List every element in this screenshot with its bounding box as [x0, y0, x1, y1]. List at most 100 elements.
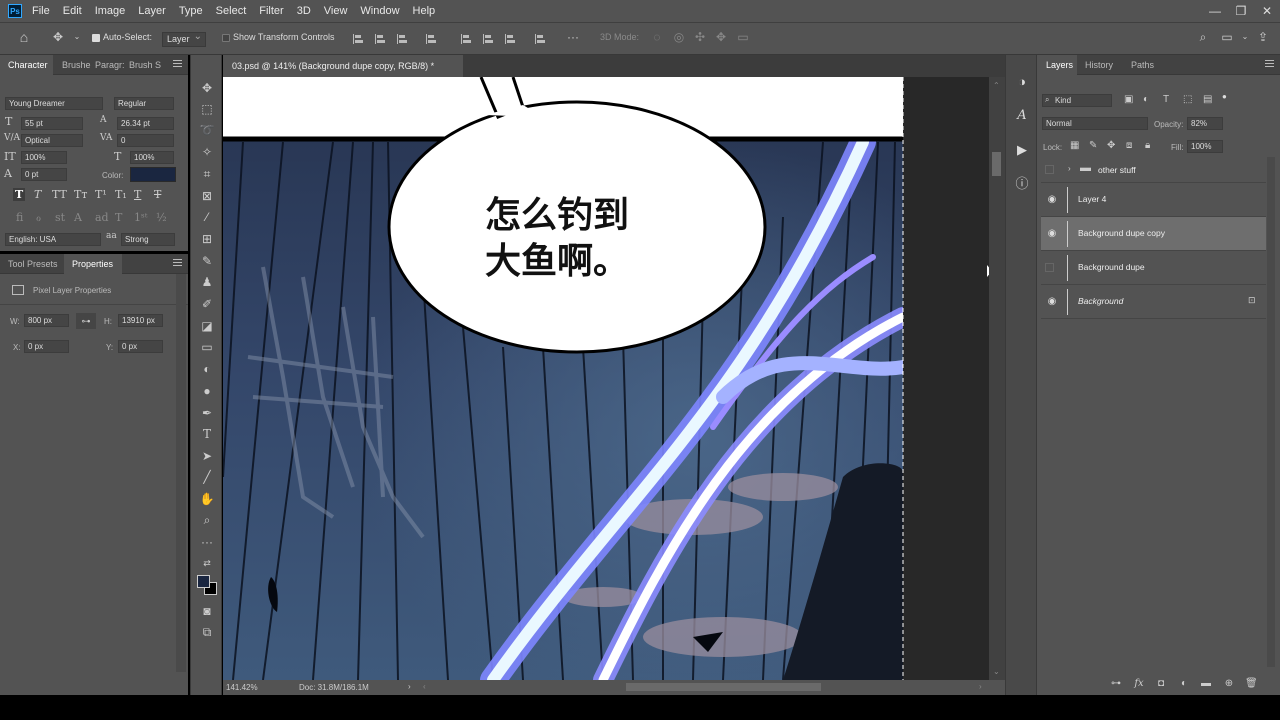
layer-name[interactable]: Background: [1078, 296, 1123, 306]
menu-type[interactable]: Type: [179, 5, 203, 17]
new-group-icon[interactable]: ▬: [1200, 678, 1212, 690]
ligatures-icon[interactable]: fi: [16, 211, 23, 224]
font-family-dropdown[interactable]: Young Dreamer: [5, 97, 103, 110]
pen-tool-icon[interactable]: ✒: [198, 404, 216, 422]
clone-stamp-icon[interactable]: ♟: [198, 273, 216, 291]
align-right-icon[interactable]: [397, 34, 407, 44]
tracking-dropdown[interactable]: 0: [117, 134, 174, 147]
eye-icon[interactable]: ◉: [1046, 228, 1058, 240]
fx-icon[interactable]: fx: [1133, 678, 1145, 690]
filter-type-icon[interactable]: T: [1163, 94, 1169, 105]
all-caps-icon[interactable]: TT: [52, 188, 67, 201]
layer-name[interactable]: other stuff: [1098, 165, 1136, 175]
y-field[interactable]: 0 px: [118, 340, 163, 353]
subscript-icon[interactable]: T₁: [115, 188, 127, 201]
move-tool-icon[interactable]: ✥: [51, 30, 65, 44]
auto-select-target-dropdown[interactable]: Layer: [162, 30, 206, 47]
menu-file[interactable]: File: [32, 5, 50, 17]
tab-tool-presets[interactable]: Tool Presets: [8, 259, 58, 269]
screen-mode-icon[interactable]: ⧉: [198, 623, 216, 641]
canvas-artwork[interactable]: [223, 77, 989, 680]
actions-play-icon[interactable]: ▶: [1014, 142, 1030, 158]
fractions-icon[interactable]: ½: [156, 211, 167, 224]
menu-select[interactable]: Select: [216, 5, 247, 17]
height-field[interactable]: 13910 px: [118, 314, 163, 327]
language-dropdown[interactable]: English: USA: [5, 233, 101, 246]
tab-properties[interactable]: Properties: [72, 259, 113, 269]
link-layers-icon[interactable]: ⊶: [1110, 678, 1122, 690]
align-top-icon[interactable]: [461, 34, 471, 44]
home-icon[interactable]: ⌂: [17, 30, 31, 44]
distribute-vertical-icon[interactable]: [535, 34, 545, 44]
menu-view[interactable]: View: [324, 5, 348, 17]
magic-wand-icon[interactable]: ✧: [198, 143, 216, 161]
underline-icon[interactable]: T: [134, 188, 141, 201]
lock-transparency-icon[interactable]: ▦: [1070, 140, 1079, 151]
menu-image[interactable]: Image: [95, 5, 126, 17]
color-panel-icon[interactable]: ◑: [1014, 74, 1030, 90]
ordinals-icon[interactable]: T: [115, 211, 122, 224]
workspace-chevron-icon[interactable]: ⌄: [1238, 30, 1252, 44]
document-tab[interactable]: 03.psd @ 141% (Background dupe copy, RGB…: [223, 55, 463, 77]
properties-menu-icon[interactable]: [173, 259, 182, 266]
font-style-dropdown[interactable]: Regular: [114, 97, 174, 110]
strikethrough-icon[interactable]: T: [154, 188, 161, 201]
align-center-icon[interactable]: [375, 34, 385, 44]
filter-smart-object-icon[interactable]: ▤: [1203, 94, 1212, 105]
foreground-color-swatch[interactable]: [197, 575, 210, 588]
align-bottom-icon[interactable]: [505, 34, 515, 44]
layers-menu-icon[interactable]: [1265, 60, 1274, 67]
width-field[interactable]: 800 px: [24, 314, 69, 327]
alternates-icon[interactable]: A: [74, 211, 82, 224]
panel-menu-icon[interactable]: [173, 60, 182, 67]
vertical-scale-field[interactable]: 100%: [21, 151, 67, 164]
tab-brushes[interactable]: Brushe: [62, 60, 91, 70]
x-field[interactable]: 0 px: [24, 340, 69, 353]
doc-info[interactable]: Doc: 31.8M/186.1M: [299, 683, 369, 692]
path-selection-icon[interactable]: ➤: [198, 447, 216, 465]
kerning-dropdown[interactable]: Optical: [21, 134, 83, 147]
opacity-field[interactable]: 82%: [1187, 117, 1223, 130]
lasso-tool-icon[interactable]: ➰: [198, 121, 216, 139]
crop-tool-icon[interactable]: ⌗: [198, 165, 216, 183]
marquee-tool-icon[interactable]: ⬚: [198, 100, 216, 118]
auto-select-checkbox[interactable]: Auto-Select:: [92, 32, 152, 42]
link-icon[interactable]: ⊶: [76, 313, 96, 329]
brush-tool-icon[interactable]: ✎: [198, 252, 216, 270]
filter-adjustment-icon[interactable]: ◐: [1143, 94, 1149, 105]
old-style-icon[interactable]: ℴ: [36, 211, 41, 224]
scroll-left-icon[interactable]: ‹: [423, 682, 426, 691]
chevron-right-icon[interactable]: ›: [1068, 164, 1071, 173]
antialias-dropdown[interactable]: Strong: [121, 233, 175, 246]
show-transform-checkbox[interactable]: Show Transform Controls: [222, 32, 335, 42]
dodge-tool-icon[interactable]: ●: [198, 382, 216, 400]
menu-window[interactable]: Window: [360, 5, 399, 17]
visibility-off-box[interactable]: [1045, 165, 1054, 174]
filter-pixel-icon[interactable]: ▣: [1124, 94, 1133, 105]
layer-row-layer-4[interactable]: ◉ Layer 4: [1041, 183, 1266, 217]
photoshop-logo[interactable]: Ps: [8, 4, 22, 18]
speech-bubble-text[interactable]: 怎么钓到 大鱼啊。: [485, 193, 629, 285]
eye-icon[interactable]: ◉: [1046, 296, 1058, 308]
eye-icon[interactable]: ◉: [1046, 194, 1058, 206]
gradient-tool-icon[interactable]: ▭: [198, 338, 216, 356]
delete-layer-icon[interactable]: 🗑︎: [1245, 678, 1258, 690]
tab-paths[interactable]: Paths: [1131, 60, 1154, 70]
horizontal-scale-field[interactable]: 100%: [130, 151, 174, 164]
add-mask-icon[interactable]: ◘: [1155, 678, 1167, 690]
status-menu-chevron-icon[interactable]: ›: [408, 682, 411, 691]
menu-layer[interactable]: Layer: [138, 5, 166, 17]
lock-all-icon[interactable]: 🔒︎: [1145, 140, 1150, 151]
type-tool-icon[interactable]: T: [198, 425, 216, 443]
faux-bold-icon[interactable]: T: [13, 188, 26, 201]
tab-history[interactable]: History: [1085, 60, 1113, 70]
menu-3d[interactable]: 3D: [297, 5, 311, 17]
eyedropper-icon[interactable]: ⁄: [198, 208, 216, 226]
healing-brush-icon[interactable]: ⊞: [198, 230, 216, 248]
layer-row-background-dupe[interactable]: Background dupe: [1041, 251, 1266, 285]
fill-field[interactable]: 100%: [1187, 140, 1223, 153]
lock-artboard-icon[interactable]: ⧈: [1126, 140, 1132, 151]
align-middle-icon[interactable]: [483, 34, 493, 44]
quick-mask-icon[interactable]: ◙: [198, 602, 216, 620]
tab-paragraph[interactable]: Paragr:: [95, 60, 125, 70]
